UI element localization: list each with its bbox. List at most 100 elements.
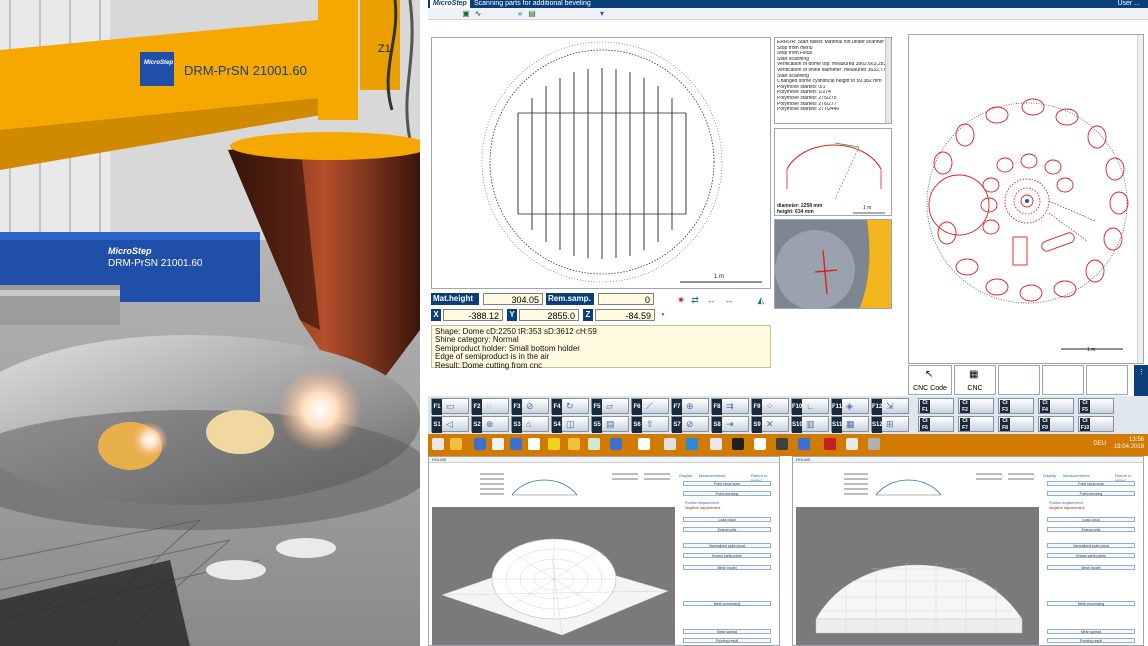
app-icon[interactable] [528,438,540,450]
tab-display[interactable]: Display [679,473,692,478]
mesh-action-button[interactable]: Normalized point cloud [1047,543,1135,548]
fkey-f5[interactable]: F5 ▱ [591,398,629,415]
fkey-f12[interactable]: F12 ⇲ [871,398,909,415]
fkey-f8[interactable]: F8 ⇉ [711,398,749,415]
app-icon[interactable] [588,438,600,450]
start-icon[interactable] [432,438,444,450]
mesh-action-button[interactable]: Normalized point cloud [683,543,771,548]
app-icon[interactable] [732,438,744,450]
ctrl-fkey-5[interactable]: Ct F5 [1078,398,1114,414]
fkey-s3[interactable]: S3 ⌂ [511,416,549,433]
cnc-slot-empty[interactable] [1042,365,1084,395]
camera-icon[interactable]: ◭ [756,295,766,305]
save-icon[interactable]: ▣ [462,10,470,18]
ctrl-fkey-1[interactable]: Ct F1 [918,398,954,414]
mesh-action-button[interactable]: Mesh spread [683,629,771,634]
fkey-f3[interactable]: F3 ⊘ [511,398,549,415]
fkey-f6[interactable]: F6 ⟋ [631,398,669,415]
search-icon[interactable] [754,438,766,450]
fkey-s2[interactable]: S2 ⊗ [471,416,509,433]
ctrl-fkey-3[interactable]: Ct F3 [998,398,1034,414]
ctrl-fkey-8[interactable]: Ct F8 [998,416,1034,432]
cnc-code-button[interactable]: ↖ CNC Code [908,365,952,395]
fkey-s5[interactable]: S5 ▤ [591,416,629,433]
arrows-right-icon[interactable]: ↔ [724,295,734,305]
fkey-s7[interactable]: S7 ⊘ [671,416,709,433]
layout-view-panel[interactable]: 1 m [908,34,1144,364]
fkey-s10[interactable]: S10 ▥ [791,416,829,433]
fkey-s9[interactable]: S9 ✕ [751,416,789,433]
app-icon[interactable] [824,438,836,450]
fkey-f11[interactable]: F11 ◈ [831,398,869,415]
mesh-3d-view[interactable] [796,507,1039,645]
scan-drawing-panel[interactable]: 1 m [431,37,771,289]
mesh-action-button[interactable]: Load cloud [1047,517,1135,522]
layout-scrollbar[interactable] [1137,35,1143,363]
app-icon[interactable] [474,438,486,450]
fkey-f2[interactable]: F2 ◌ [471,398,509,415]
menu-dots-icon[interactable]: ⋮ [1138,369,1145,376]
mesh-action-button[interactable]: Mesh processing [683,601,771,606]
app-icon[interactable] [686,438,698,450]
mesh-action-button[interactable]: Mesh model [1047,565,1135,570]
refresh-icon[interactable]: ✷ [676,295,686,305]
fkey-f4[interactable]: F4 ↻ [551,398,589,415]
link-icon[interactable]: ⇄ [690,295,700,305]
mesh-action-button[interactable]: Known parts points [683,553,771,558]
app-icon[interactable] [798,438,810,450]
mesh-action-button[interactable]: Pointing result [1047,638,1135,643]
tab-measurements[interactable]: Measurements [699,473,725,478]
cnc-button[interactable]: ▦ CNC [954,365,996,395]
mesh-action-button[interactable]: Mesh processing [1047,601,1135,606]
reset-coords-icon[interactable]: ◔ [659,310,665,321]
tray-language[interactable]: DEU [1093,441,1106,447]
app-icon[interactable] [776,438,788,450]
ctrl-fkey-10[interactable]: Ct F10 [1078,416,1114,432]
app-icon[interactable] [664,438,676,450]
fast-forward-icon[interactable]: » [516,10,524,18]
scan-icon[interactable]: ▤ [528,10,536,18]
fkey-f7[interactable]: F7 ⊕ [671,398,709,415]
mesh-action-button[interactable]: Mesh spread [1047,629,1135,634]
mesh-action-button[interactable]: Extend cells [1047,527,1135,532]
cnc-slot-empty[interactable] [998,365,1040,395]
app-icon[interactable] [846,438,858,450]
app-icon[interactable] [638,438,650,450]
fkey-f10[interactable]: F10 ∟ [791,398,829,415]
fkey-f1[interactable]: F1 ▭ [431,398,469,415]
mesh-action-button[interactable]: Extend cells [683,527,771,532]
arrows-left-icon[interactable]: ↔ [706,295,716,305]
ctrl-fkey-2[interactable]: Ct F2 [958,398,994,414]
app-icon[interactable] [710,438,722,450]
fkey-s12[interactable]: S12 ⊞ [871,416,909,433]
tab-measurements[interactable]: Measurements [1063,473,1089,478]
tab-display[interactable]: Display [1043,473,1056,478]
mesh-action-button[interactable]: Pointing result [683,638,771,643]
fkey-s11[interactable]: S11 ▦ [831,416,869,433]
fkey-s4[interactable]: S4 ◫ [551,416,589,433]
ctrl-fkey-9[interactable]: Ct F9 [1038,416,1074,432]
app-icon[interactable] [510,438,522,450]
ctrl-fkey-7[interactable]: Ct F7 [958,416,994,432]
mesh-action-button[interactable]: Point cloud scan [683,481,771,486]
fkey-s1[interactable]: S1 ◁ [431,416,469,433]
ctrl-fkey-4[interactable]: Ct F4 [1038,398,1074,414]
mesh-action-button[interactable]: Known parts points [1047,553,1135,558]
app-icon[interactable] [492,438,504,450]
mesh-action-button[interactable]: Mesh model [683,565,771,570]
app-icon[interactable] [548,438,560,450]
fkey-f9[interactable]: F9 ⁘ [751,398,789,415]
app-icon[interactable] [868,438,880,450]
user-menu[interactable]: User ... [1117,0,1140,8]
log-scrollbar[interactable] [885,38,891,123]
mesh-3d-view[interactable] [432,507,675,645]
fkey-s8[interactable]: S8 ⇥ [711,416,749,433]
cnc-slot-empty[interactable] [1086,365,1128,395]
fkey-s6[interactable]: S6 ⇧ [631,416,669,433]
mesh-action-button[interactable]: Load cloud [683,517,771,522]
mesh-action-button[interactable]: Point cloud scan [1047,481,1135,486]
mesh-action-button[interactable]: Point checking [1047,491,1135,496]
message-log[interactable]: ERROR: Start failed: Material not under … [774,37,892,124]
wave-icon[interactable]: ∿ [474,10,482,18]
mesh-action-button[interactable]: Point checking [683,491,771,496]
